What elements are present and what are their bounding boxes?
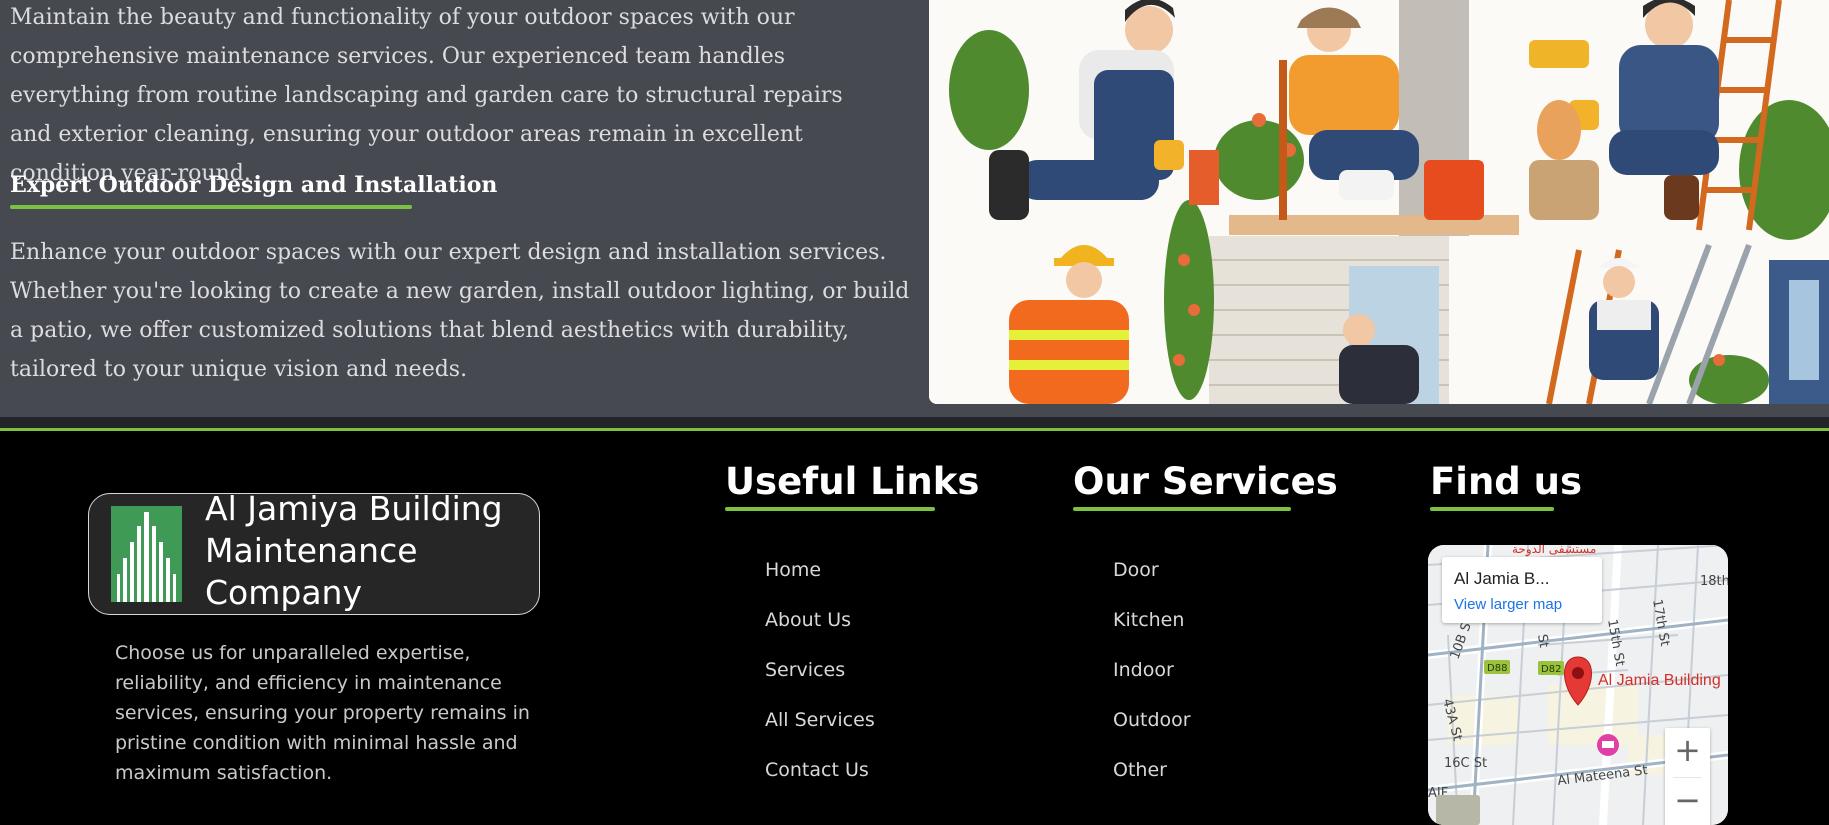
footer-link-all-services[interactable]: All Services (765, 707, 875, 757)
map-arabic-label: مستشفى الدوحة (1512, 545, 1596, 557)
design-installation-heading: Expert Outdoor Design and Installation (10, 172, 498, 198)
footer-top-border (0, 428, 1829, 431)
map-road-16c: 16C St (1444, 756, 1487, 771)
service-link-outdoor[interactable]: Outdoor (1113, 707, 1191, 757)
footer-link-home[interactable]: Home (765, 557, 875, 607)
footer-link-contact-us[interactable]: Contact Us (765, 757, 875, 807)
service-link-kitchen[interactable]: Kitchen (1113, 607, 1191, 657)
map-road-18th: 18th (1700, 574, 1728, 589)
zoom-out-button[interactable]: − (1665, 778, 1710, 823)
footer-link-services[interactable]: Services (765, 657, 875, 707)
useful-links-title: Useful Links (725, 460, 980, 503)
useful-links-list: Home About Us Services All Services Cont… (765, 557, 875, 807)
footer-brand[interactable]: Al Jamiya Building Maintenance Company (88, 489, 540, 615)
map-road-d88: D88 (1487, 663, 1507, 674)
company-logo (111, 506, 182, 602)
map-zoom-controls: + − (1665, 728, 1710, 825)
zoom-in-button[interactable]: + (1665, 728, 1710, 773)
view-larger-map-link[interactable]: View larger map (1454, 596, 1562, 613)
footer-link-about-us[interactable]: About Us (765, 607, 875, 657)
section-divider-band (0, 417, 1829, 428)
find-us-title: Find us (1430, 460, 1583, 503)
map-place-label: Al Jamia Building (1598, 672, 1721, 689)
service-link-door[interactable]: Door (1113, 557, 1191, 607)
heading-underline (10, 205, 412, 209)
embedded-map[interactable]: D88 D82 18th 15th St 17th St 10B St St 4… (1428, 545, 1728, 825)
map-road-d82: D82 (1541, 664, 1561, 675)
useful-links-underline (725, 507, 935, 511)
company-description: Choose us for unparalleled expertise, re… (115, 642, 530, 784)
design-paragraph: Enhance your outdoor spaces with our exp… (10, 240, 910, 382)
company-name: Al Jamiya Building Maintenance Company (205, 489, 503, 612)
maintenance-paragraph: Maintain the beauty and functionality of… (10, 5, 843, 186)
service-link-other[interactable]: Other (1113, 757, 1191, 807)
outdoor-services-section: Maintain the beauty and functionality of… (0, 0, 1829, 417)
our-services-list: Door Kitchen Indoor Outdoor Other (1113, 557, 1191, 807)
map-road-st: St (1534, 633, 1551, 649)
map-place-card: Al Jamia B... View larger map (1442, 557, 1602, 623)
our-services-title: Our Services (1073, 460, 1338, 503)
map-place-name: Al Jamia B... (1454, 569, 1550, 588)
our-services-underline (1073, 507, 1291, 511)
find-us-underline (1430, 507, 1554, 511)
workers-illustration (929, 0, 1829, 404)
service-link-indoor[interactable]: Indoor (1113, 657, 1191, 707)
